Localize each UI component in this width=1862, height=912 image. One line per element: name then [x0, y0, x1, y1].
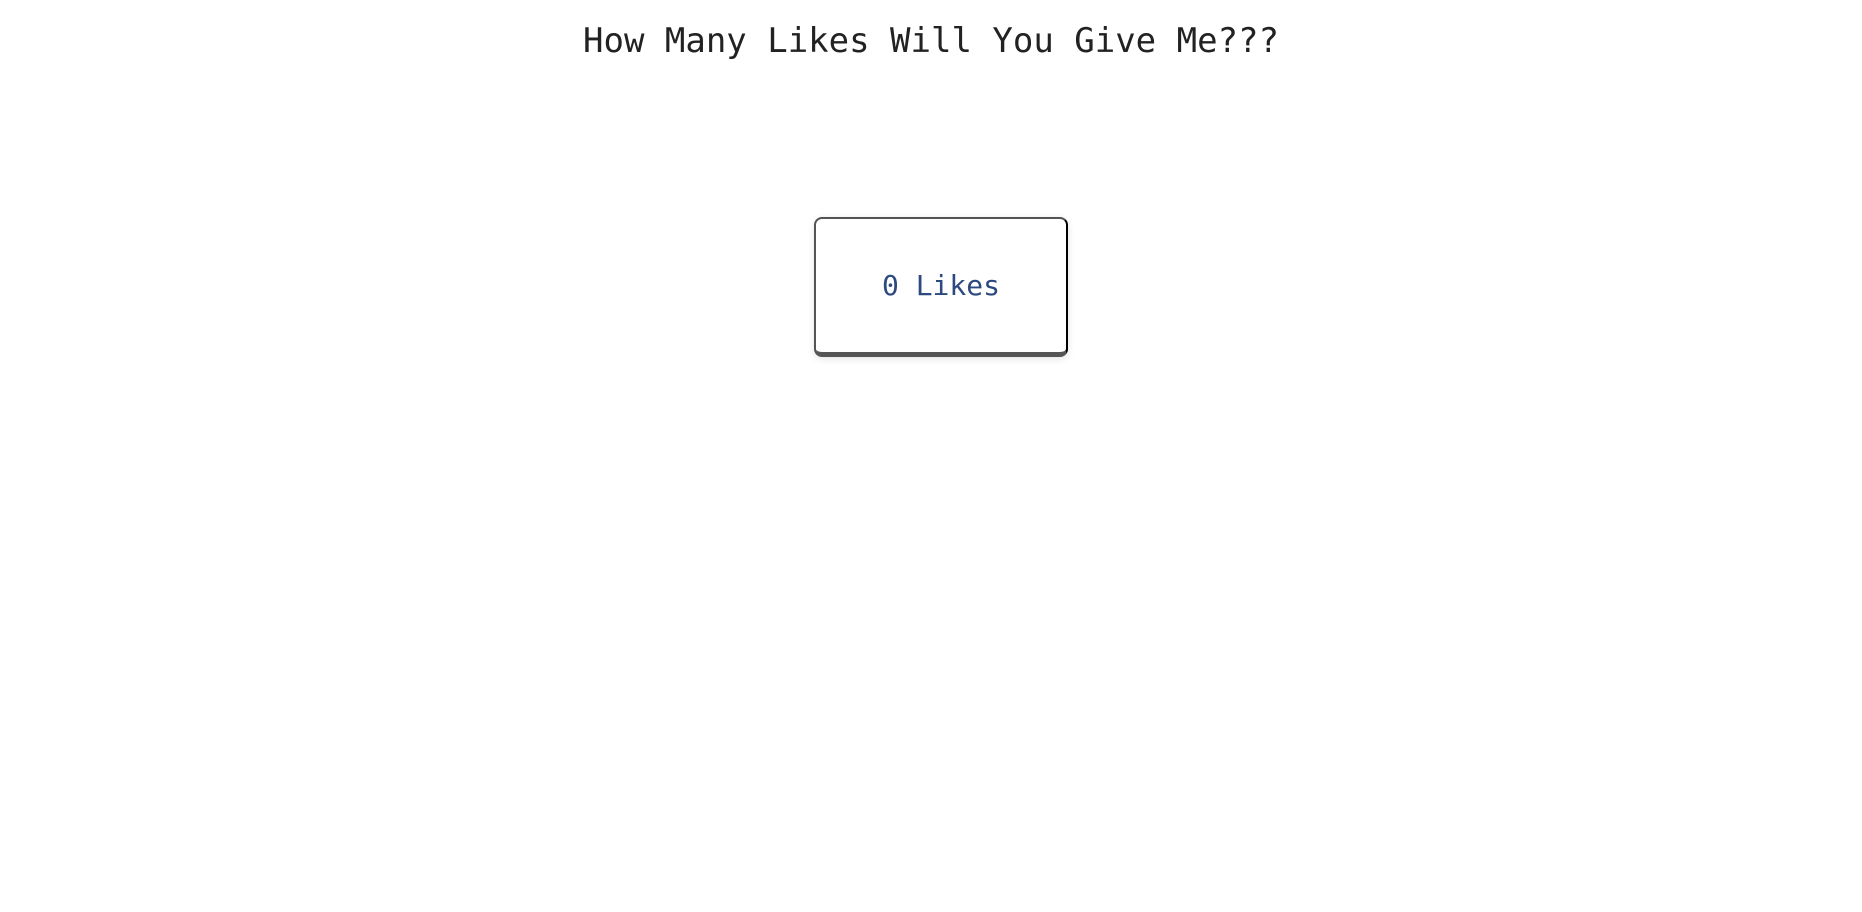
like-count: 0: [881, 269, 899, 302]
like-unit: Likes: [915, 269, 1000, 302]
page: How Many Likes Will You Give Me??? 0 Lik…: [0, 0, 1862, 912]
like-count-label: 0 Likes: [882, 269, 1000, 302]
page-title: How Many Likes Will You Give Me???: [583, 21, 1279, 61]
like-button[interactable]: 0 Likes: [814, 217, 1068, 357]
